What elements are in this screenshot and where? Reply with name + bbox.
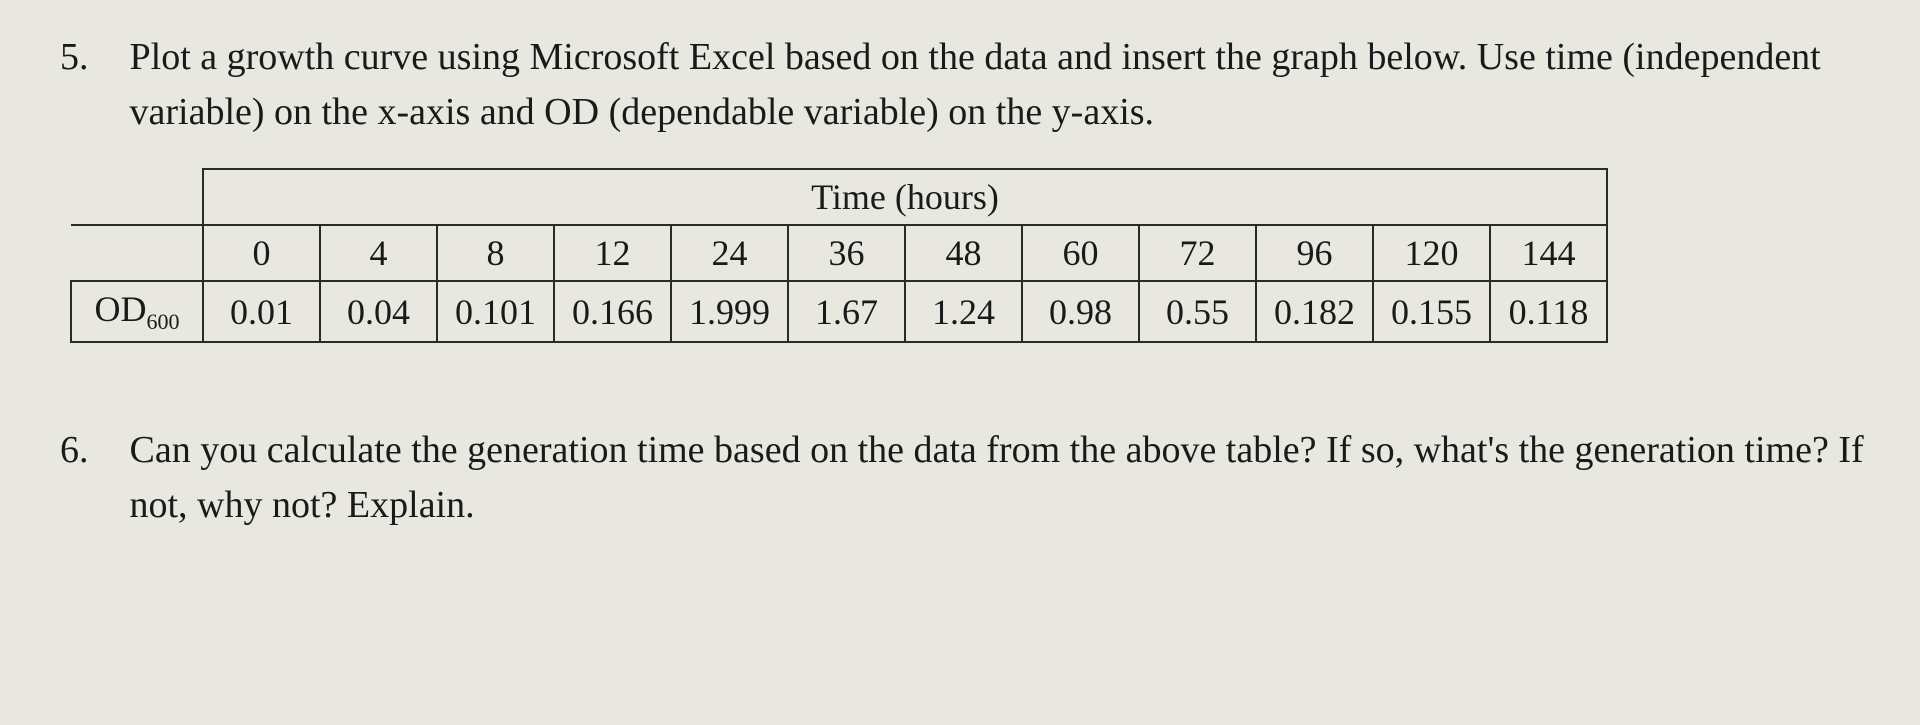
time-cell: 72 (1139, 225, 1256, 281)
table-stub-empty (71, 169, 203, 225)
table-header-row: Time (hours) (71, 169, 1607, 225)
time-cell: 120 (1373, 225, 1490, 281)
time-header: Time (hours) (203, 169, 1607, 225)
time-cell: 36 (788, 225, 905, 281)
worksheet-page: 5. Plot a growth curve using Microsoft E… (0, 0, 1920, 534)
od-cell: 0.04 (320, 281, 437, 342)
od-cell: 0.01 (203, 281, 320, 342)
table-time-row: 0 4 8 12 24 36 48 60 72 96 120 144 (71, 225, 1607, 281)
time-cell: 96 (1256, 225, 1373, 281)
od-cell: 0.155 (1373, 281, 1490, 342)
time-cell: 0 (203, 225, 320, 281)
time-cell: 48 (905, 225, 1022, 281)
od-row-label: OD600 (71, 281, 203, 342)
question-5-number: 5. (60, 30, 120, 85)
od-cell: 0.182 (1256, 281, 1373, 342)
od-cell: 0.98 (1022, 281, 1139, 342)
od-cell: 0.101 (437, 281, 554, 342)
od-cell: 0.166 (554, 281, 671, 342)
od-cell: 1.24 (905, 281, 1022, 342)
time-cell: 4 (320, 225, 437, 281)
od-cell: 1.67 (788, 281, 905, 342)
question-5-text: Plot a growth curve using Microsoft Exce… (130, 30, 1880, 140)
question-6: 6. Can you calculate the generation time… (60, 423, 1880, 533)
growth-data-table: Time (hours) 0 4 8 12 24 36 48 60 72 96 … (70, 168, 1608, 343)
question-6-number: 6. (60, 423, 120, 478)
od-label-sub: 600 (147, 309, 180, 334)
time-cell: 12 (554, 225, 671, 281)
time-cell: 144 (1490, 225, 1607, 281)
time-cell: 60 (1022, 225, 1139, 281)
table-stub-empty-2 (71, 225, 203, 281)
od-label-prefix: OD (95, 289, 147, 329)
od-cell: 0.55 (1139, 281, 1256, 342)
time-cell: 8 (437, 225, 554, 281)
od-cell: 0.118 (1490, 281, 1607, 342)
table-od-row: OD600 0.01 0.04 0.101 0.166 1.999 1.67 1… (71, 281, 1607, 342)
od-cell: 1.999 (671, 281, 788, 342)
question-5: 5. Plot a growth curve using Microsoft E… (60, 30, 1880, 140)
question-6-text: Can you calculate the generation time ba… (130, 423, 1880, 533)
time-cell: 24 (671, 225, 788, 281)
